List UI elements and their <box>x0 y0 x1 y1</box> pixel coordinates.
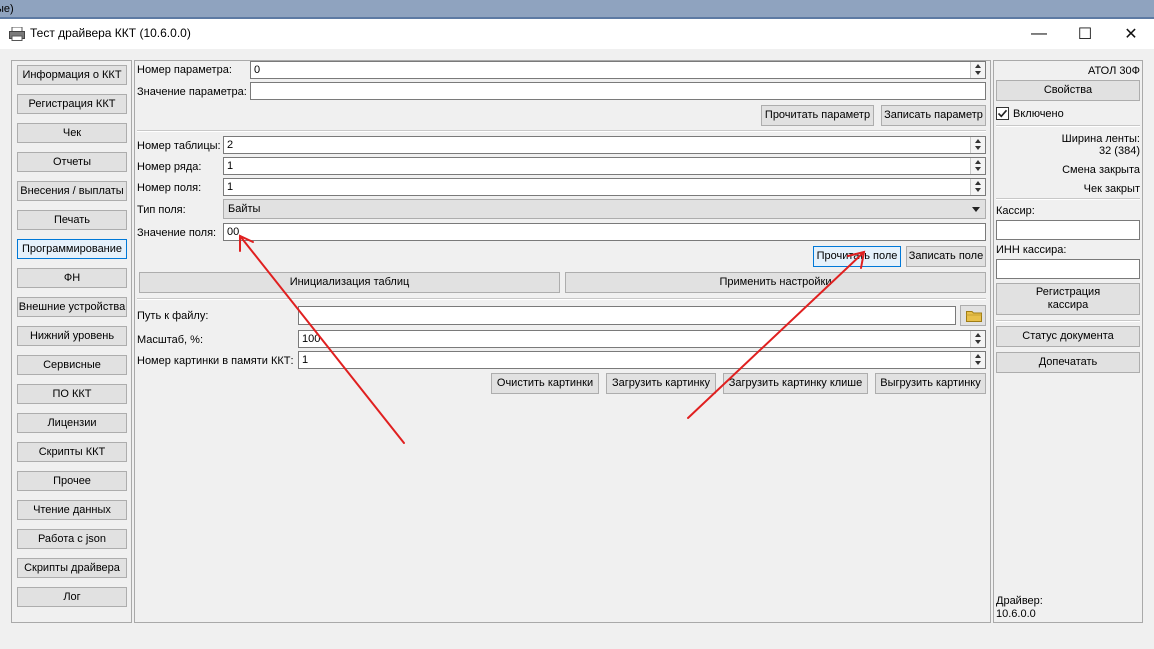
background-window-text: ые) <box>0 3 14 15</box>
scale-input[interactable]: 100 <box>298 330 986 348</box>
shift-status: Смена закрыта <box>1062 164 1140 176</box>
write-param-button[interactable]: Записать параметр <box>881 105 986 126</box>
chevron-down-icon <box>972 207 980 212</box>
sidebar-item-4[interactable]: Отчеты <box>17 152 127 172</box>
load-picture-button[interactable]: Загрузить картинку <box>606 373 716 394</box>
properties-button[interactable]: Свойства <box>996 80 1140 101</box>
field-type-label: Тип поля: <box>137 204 186 216</box>
tape-width-label: Ширина ленты: <box>1061 133 1140 145</box>
sidebar-item-17[interactable]: Работа с json <box>17 529 127 549</box>
window-title: Тест драйвера ККТ (10.6.0.0) <box>30 26 191 40</box>
divider <box>996 125 1140 127</box>
browse-button[interactable] <box>960 305 986 326</box>
device-name: АТОЛ 30Ф <box>1087 65 1140 77</box>
picture-number-label: Номер картинки в памяти ККТ: <box>137 355 294 367</box>
clear-pictures-button[interactable]: Очистить картинки <box>491 373 599 394</box>
driver-version: 10.6.0.0 <box>996 608 1036 620</box>
enabled-checkbox[interactable] <box>996 107 1009 120</box>
apply-settings-button[interactable]: Применить настройки <box>565 272 986 293</box>
sidebar-item-12[interactable]: ПО ККТ <box>17 384 127 404</box>
minimize-icon: — <box>1031 25 1047 42</box>
receipt-status: Чек закрыт <box>1083 183 1140 195</box>
field-value-label: Значение поля: <box>137 227 217 239</box>
sidebar-item-7[interactable]: Программирование <box>17 239 127 259</box>
sidebar-item-9[interactable]: Внешние устройства <box>17 297 127 317</box>
unload-picture-button[interactable]: Выгрузить картинку <box>875 373 986 394</box>
close-icon: ✕ <box>1124 26 1138 43</box>
maximize-button[interactable]: ☐ <box>1062 19 1108 49</box>
field-number-spin-icon[interactable] <box>970 179 985 195</box>
sidebar-item-1[interactable]: Информация о ККТ <box>17 65 127 85</box>
divider <box>137 130 986 132</box>
param-value-input[interactable] <box>250 82 986 100</box>
sidebar-item-8[interactable]: ФН <box>17 268 127 288</box>
cashier-inn-label: ИНН кассира: <box>996 244 1067 256</box>
sidebar-item-3[interactable]: Чек <box>17 123 127 143</box>
row-number-label: Номер ряда: <box>137 161 202 173</box>
enabled-label: Включено <box>1013 108 1064 120</box>
file-path-label: Путь к файлу: <box>137 310 209 322</box>
sidebar-item-11[interactable]: Сервисные <box>17 355 127 375</box>
cashier-input[interactable] <box>996 220 1140 240</box>
field-value-input[interactable]: 00 <box>223 223 986 241</box>
row-number-spin-icon[interactable] <box>970 158 985 174</box>
init-tables-button[interactable]: Инициализация таблиц <box>139 272 560 293</box>
divider <box>137 298 986 300</box>
picture-number-input[interactable]: 1 <box>298 351 986 369</box>
sidebar-item-5[interactable]: Внесения / выплаты <box>17 181 127 201</box>
scale-label: Масштаб, %: <box>137 334 204 346</box>
background-window-strip: ые) <box>0 0 1154 19</box>
sidebar-item-13[interactable]: Лицензии <box>17 413 127 433</box>
row-number-input[interactable]: 1 <box>223 157 986 175</box>
document-status-button[interactable]: Статус документа <box>996 326 1140 347</box>
sidebar-item-15[interactable]: Прочее <box>17 471 127 491</box>
sidebar-item-6[interactable]: Печать <box>17 210 127 230</box>
divider <box>996 198 1140 200</box>
field-type-select[interactable]: Байты <box>223 199 986 219</box>
maximize-icon: ☐ <box>1077 26 1093 43</box>
param-number-label: Номер параметра: <box>137 64 232 76</box>
scale-spin-icon[interactable] <box>970 331 985 347</box>
table-number-spin-icon[interactable] <box>970 137 985 153</box>
minimize-button[interactable]: — <box>1016 19 1062 49</box>
close-button[interactable]: ✕ <box>1108 19 1154 49</box>
register-cashier-button[interactable]: Регистрация кассира <box>996 283 1140 315</box>
load-cliche-picture-button[interactable]: Загрузить картинку клише <box>723 373 868 394</box>
param-number-spin-icon[interactable] <box>970 62 985 78</box>
tape-width-value: 32 (384) <box>1099 145 1140 157</box>
cashier-label: Кассир: <box>996 205 1035 217</box>
checkmark-icon <box>997 109 1008 118</box>
sidebar-item-16[interactable]: Чтение данных <box>17 500 127 520</box>
read-field-button[interactable]: Прочитать поле <box>813 246 901 267</box>
divider <box>996 320 1140 322</box>
sidebar-item-10[interactable]: Нижний уровень <box>17 326 127 346</box>
param-number-input[interactable]: 0 <box>250 61 986 79</box>
file-path-input[interactable] <box>298 306 956 325</box>
write-field-button[interactable]: Записать поле <box>906 246 986 267</box>
picture-number-spin-icon[interactable] <box>970 352 985 368</box>
table-number-input[interactable]: 2 <box>223 136 986 154</box>
field-number-label: Номер поля: <box>137 182 202 194</box>
field-number-input[interactable]: 1 <box>223 178 986 196</box>
sidebar-item-19[interactable]: Лог <box>17 587 127 607</box>
reprint-button[interactable]: Допечатать <box>996 352 1140 373</box>
param-value-label: Значение параметра: <box>137 86 247 98</box>
sidebar-item-14[interactable]: Скрипты ККТ <box>17 442 127 462</box>
driver-label: Драйвер: <box>996 595 1043 607</box>
sidebar-item-2[interactable]: Регистрация ККТ <box>17 94 127 114</box>
printer-icon <box>9 27 25 41</box>
title-bar[interactable]: Тест драйвера ККТ (10.6.0.0) — ☐ ✕ <box>0 19 1154 49</box>
sidebar-item-18[interactable]: Скрипты драйвера <box>17 558 127 578</box>
read-param-button[interactable]: Прочитать параметр <box>761 105 874 126</box>
cashier-inn-input[interactable] <box>996 259 1140 279</box>
folder-icon <box>966 311 982 322</box>
table-number-label: Номер таблицы: <box>137 140 221 152</box>
